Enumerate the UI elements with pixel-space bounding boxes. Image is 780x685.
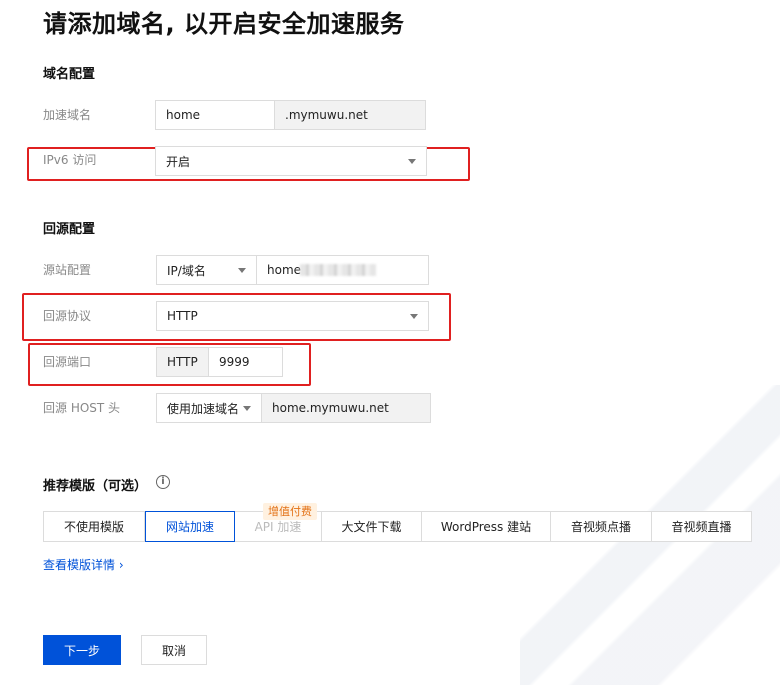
protocol-select-value: HTTP [167, 309, 198, 323]
source-label: 源站配置 [43, 263, 92, 277]
tab-wordpress[interactable]: WordPress 建站 [422, 512, 551, 541]
source-type-select[interactable]: IP/域名 [156, 255, 257, 285]
domain-suffix: .mymuwu.net [274, 100, 426, 130]
ipv6-select-value: 开启 [166, 154, 191, 169]
port-input[interactable]: 9999 [208, 347, 283, 377]
caret-down-icon [410, 314, 418, 319]
ipv6-select[interactable]: 开启 [155, 146, 427, 176]
info-icon[interactable]: i [156, 475, 170, 489]
caret-down-icon [243, 406, 251, 411]
ipv6-label: IPv6 访问 [43, 153, 97, 167]
next-button[interactable]: 下一步 [43, 635, 121, 665]
port-label: 回源端口 [43, 355, 92, 369]
caret-down-icon [408, 159, 416, 164]
tab-website-acceleration[interactable]: 网站加速 [145, 511, 235, 542]
host-value: home.mymuwu.net [261, 393, 431, 423]
domain-config-heading: 域名配置 [43, 67, 96, 82]
template-heading: 推荐模版（可选） [43, 479, 148, 494]
source-type-value: IP/域名 [167, 263, 206, 278]
domain-prefix-input[interactable]: home [155, 100, 275, 130]
host-type-select[interactable]: 使用加速域名 [156, 393, 262, 423]
origin-config-heading: 回源配置 [43, 222, 96, 237]
port-protocol-prefix: HTTP [156, 347, 209, 377]
cancel-button[interactable]: 取消 [141, 635, 207, 665]
protocol-select[interactable]: HTTP [156, 301, 429, 331]
host-type-value: 使用加速域名 [167, 401, 240, 416]
paid-badge: 增值付费 [263, 503, 317, 520]
template-tabs: 不使用模版 网站加速 API 加速 大文件下载 WordPress 建站 音视频… [43, 511, 752, 542]
redacted-blur [300, 264, 376, 276]
tab-vod[interactable]: 音视频点播 [551, 512, 652, 541]
caret-down-icon [238, 268, 246, 273]
tab-live[interactable]: 音视频直播 [652, 512, 751, 541]
template-details-link[interactable]: 查看模版详情 › [43, 556, 124, 573]
host-label: 回源 HOST 头 [43, 401, 121, 415]
tab-large-file-download[interactable]: 大文件下载 [322, 512, 422, 541]
domain-label: 加速域名 [43, 108, 92, 122]
tab-no-template[interactable]: 不使用模版 [44, 512, 145, 541]
source-address-value: home [267, 263, 302, 277]
page-title: 请添加域名, 以开启安全加速服务 [43, 10, 405, 38]
protocol-label: 回源协议 [43, 309, 92, 323]
